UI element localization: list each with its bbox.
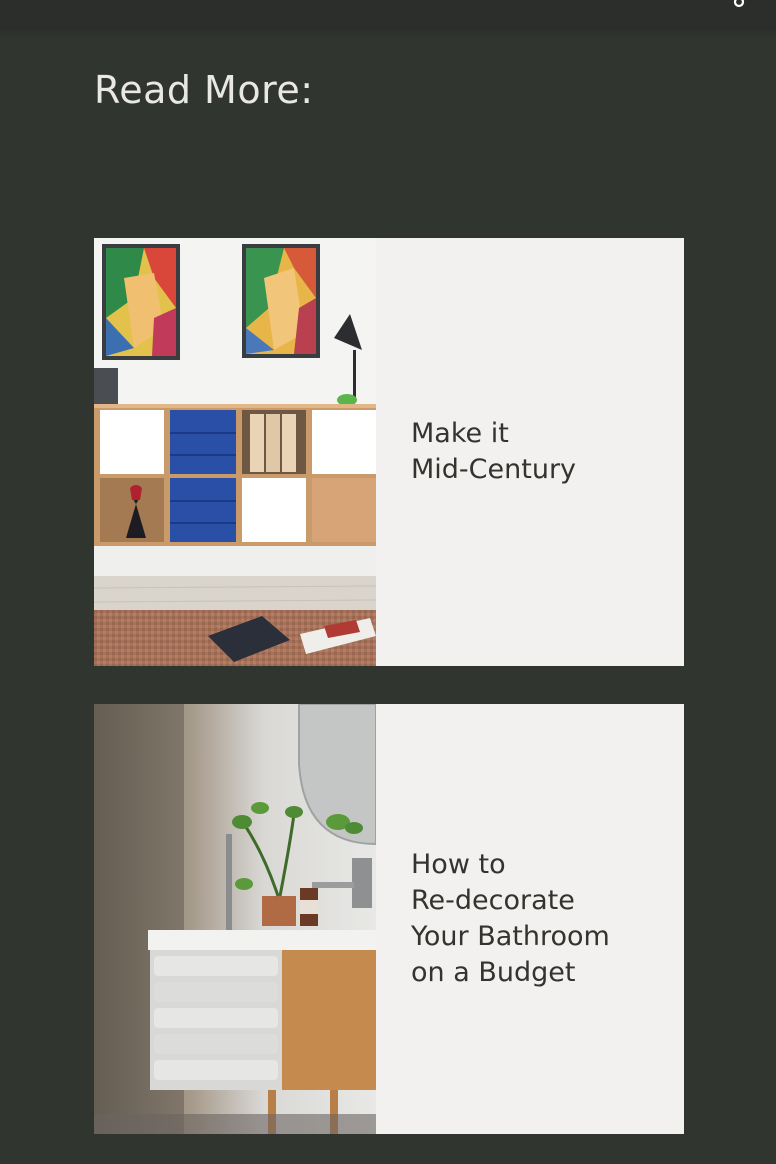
top-bar-shadow [0,28,776,38]
top-bar [0,0,776,38]
article-card-bathroom[interactable]: How to Re-decorate Your Bathroom on a Bu… [94,704,684,1134]
living-room-shelf-image[interactable] [94,238,376,666]
section-heading: Read More: [94,68,314,112]
bathroom-vanity-image[interactable] [94,704,376,1134]
article-card-mid-century[interactable]: Make it Mid-Century [94,238,684,666]
article-title[interactable]: How to Re-decorate Your Bathroom on a Bu… [411,847,610,991]
card-text-panel: Make it Mid-Century [376,238,684,666]
article-title[interactable]: Make it Mid-Century [411,416,576,488]
menu-icon[interactable] [730,0,746,10]
card-text-panel: How to Re-decorate Your Bathroom on a Bu… [376,704,684,1134]
